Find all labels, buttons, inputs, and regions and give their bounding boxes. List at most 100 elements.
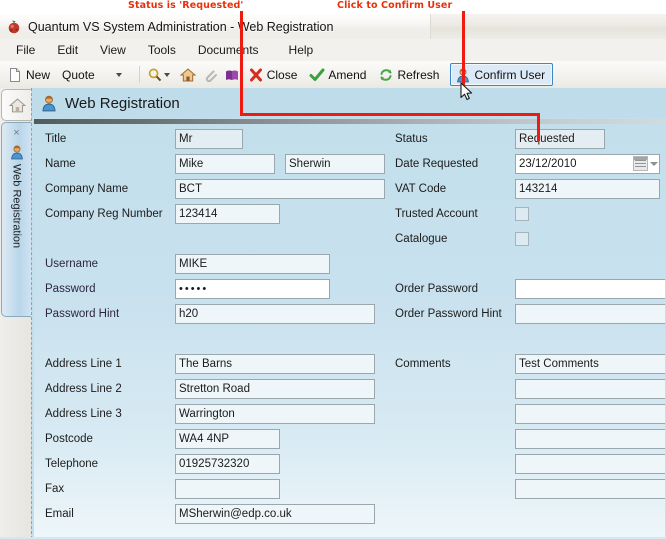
user-icon (40, 94, 58, 112)
quote-dropdown-button[interactable] (109, 64, 129, 85)
field-input-title[interactable] (175, 129, 243, 149)
field-label-company-name: Company Name (45, 183, 129, 195)
field-label-password: Password (45, 283, 96, 295)
field-input-vat-code[interactable] (515, 179, 660, 199)
field-label-email: Email (45, 508, 74, 520)
date-picker[interactable] (515, 154, 660, 174)
field-label-name: Name (45, 158, 76, 170)
field-input-telephone[interactable] (175, 454, 280, 474)
field-row-order-password: Order Password (395, 279, 665, 299)
field-input-order-password[interactable] (515, 279, 665, 299)
sidebar-item-web-registration-label: Web Registration (10, 164, 23, 249)
field-row-password-hint: Password Hint (45, 304, 375, 324)
field-row-address-line-3: Address Line 3 (45, 404, 375, 424)
field-input-last-name[interactable] (285, 154, 385, 174)
app-icon (6, 19, 22, 35)
form-area: Title Name Company Name Company Reg Numb… (34, 124, 665, 539)
field-input-comments-2[interactable] (515, 379, 665, 399)
field-label-telephone: Telephone (45, 458, 99, 470)
application-window: Status is 'Requested' Click to Confirm U… (0, 0, 666, 539)
field-label-password-hint: Password Hint (45, 308, 120, 320)
field-input-company-reg-number[interactable] (175, 204, 280, 224)
new-button[interactable]: New (4, 64, 56, 85)
field-row-password: Password (45, 279, 330, 299)
confirm-user-button-label: Confirm User (474, 67, 546, 82)
field-input-comments-3[interactable] (515, 404, 665, 424)
field-input-comments-5[interactable] (515, 454, 665, 474)
field-row-vat-code: VAT Code (395, 179, 660, 199)
quote-button[interactable]: Quote (56, 64, 101, 85)
amend-button[interactable]: Amend (306, 64, 372, 85)
checkbox-catalogue[interactable] (515, 232, 529, 246)
mouse-cursor (460, 82, 473, 101)
calendar-icon[interactable] (633, 156, 648, 171)
chevron-down-icon[interactable] (650, 161, 658, 166)
sidebar-item-web-registration[interactable]: × Web Registration (1, 122, 31, 317)
content-area: × Web Registration Web Registration Titl… (0, 88, 666, 539)
search-button[interactable] (144, 64, 177, 85)
field-label-fax: Fax (45, 483, 65, 495)
magnifier-icon (147, 67, 163, 83)
field-input-comments-4[interactable] (515, 429, 665, 449)
field-label-company-reg-number: Company Reg Number (45, 208, 163, 220)
chevron-down-icon (115, 72, 122, 77)
field-input-company-name[interactable] (175, 179, 385, 199)
menu-item-documents[interactable]: Documents (187, 40, 270, 60)
field-row-company-reg-number: Company Reg Number (45, 204, 280, 224)
close-button-label: Close (266, 67, 298, 82)
home-icon (8, 97, 26, 113)
menu-item-edit[interactable]: Edit (46, 40, 89, 60)
attach-button[interactable] (199, 64, 221, 85)
field-input-address-line-3[interactable] (175, 404, 375, 424)
search-chevron-down-icon (163, 72, 170, 77)
sidebar-item-home[interactable] (1, 89, 31, 121)
field-input-address-line-1[interactable] (175, 354, 375, 374)
field-input-order-password-hint[interactable] (515, 304, 665, 324)
refresh-icon (378, 67, 394, 83)
field-row-address-line-2: Address Line 2 (45, 379, 375, 399)
field-input-address-line-2[interactable] (175, 379, 375, 399)
field-input-email[interactable] (175, 504, 375, 524)
field-label-date-requested: Date Requested (395, 158, 479, 170)
toolbar: New Quote Close Amend Refresh Confirm Us… (0, 61, 666, 89)
field-input-username[interactable] (175, 254, 330, 274)
date-picker-buttons[interactable] (633, 156, 658, 171)
menu-item-view[interactable]: View (89, 40, 137, 60)
field-row-postcode: Postcode (45, 429, 280, 449)
field-row-status: Status (395, 129, 605, 149)
field-input-fax[interactable] (175, 479, 280, 499)
annotation-line-status-horizontal (240, 113, 540, 116)
checkbox-trusted-account[interactable] (515, 207, 529, 221)
field-input-postcode[interactable] (175, 429, 280, 449)
annotation-band: Status is 'Requested' Click to Confirm U… (0, 0, 666, 14)
menu-item-help[interactable]: Help (278, 40, 325, 60)
book-icon (224, 67, 240, 83)
field-row-catalogue: Catalogue (395, 229, 529, 249)
sidebar: × Web Registration (0, 88, 31, 539)
field-row-company-name: Company Name (45, 179, 385, 199)
field-input-password[interactable] (175, 279, 330, 299)
sidebar-tab-close-icon[interactable]: × (13, 128, 19, 139)
home-button[interactable] (177, 64, 199, 85)
new-document-icon (7, 67, 23, 83)
new-button-label: New (26, 67, 51, 82)
toolbar-separator-1 (138, 66, 140, 83)
checkmark-icon (309, 67, 325, 83)
menu-item-tools[interactable]: Tools (137, 40, 187, 60)
refresh-button[interactable]: Refresh (375, 64, 445, 85)
field-label-title: Title (45, 133, 67, 145)
field-row-date-requested: Date Requested (395, 154, 660, 174)
field-label-status: Status (395, 133, 428, 145)
field-row-name: Name (45, 154, 385, 174)
home-icon (179, 67, 197, 83)
quote-button-label: Quote (62, 67, 95, 82)
field-input-password-hint[interactable] (175, 304, 375, 324)
window-title-bar: Quantum VS System Administration - Web R… (0, 14, 666, 40)
menu-item-file[interactable]: File (5, 40, 46, 60)
field-input-first-name[interactable] (175, 154, 275, 174)
field-label-postcode: Postcode (45, 433, 93, 445)
field-label-vat-code: VAT Code (395, 183, 447, 195)
field-input-comments-6[interactable] (515, 479, 665, 499)
field-input-comments-1[interactable] (515, 354, 665, 374)
close-button[interactable]: Close (245, 64, 304, 85)
